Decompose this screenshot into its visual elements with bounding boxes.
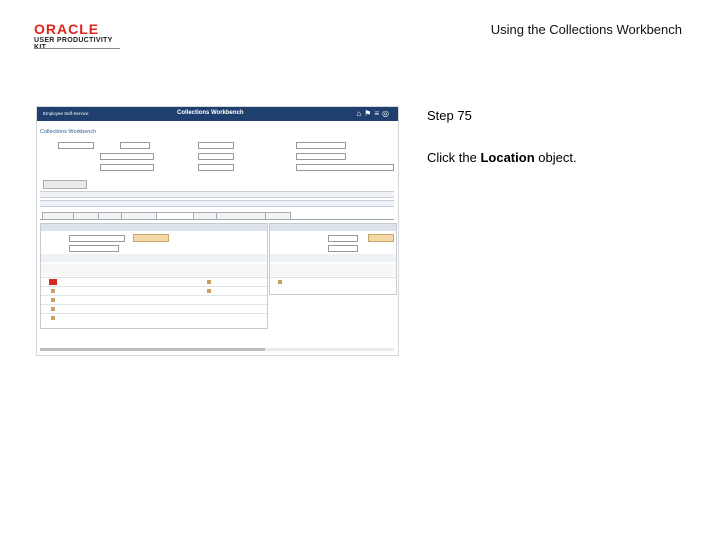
dunning-date-field[interactable] [328, 245, 358, 252]
doc-icon[interactable] [51, 316, 55, 320]
search-button[interactable] [43, 180, 87, 189]
application-screenshot: Employee Self-Service Collections Workbe… [36, 106, 399, 356]
table-row[interactable] [41, 313, 267, 323]
statement-history-panel [40, 223, 268, 329]
grid-toolbar [41, 254, 267, 262]
banner-icons: ⌂⚑≡◎ [356, 109, 392, 118]
criteria-field[interactable] [198, 142, 234, 149]
flag-icon[interactable]: ⚑ [364, 109, 374, 118]
page-title: Collections Workbench [40, 129, 97, 135]
action-list-section[interactable] [40, 191, 394, 198]
criteria-field[interactable] [100, 164, 154, 171]
instruction-object: Location [480, 150, 535, 165]
doc-icon[interactable] [51, 298, 55, 302]
instruction-prefix: Click the [427, 150, 481, 165]
home-icon[interactable]: ⌂ [356, 109, 364, 118]
instruction-suffix: object. [534, 150, 577, 165]
tab[interactable] [156, 212, 194, 219]
statement-number-field[interactable] [69, 235, 125, 242]
apply-button[interactable] [368, 234, 394, 242]
tab[interactable] [216, 212, 266, 219]
grid-header [41, 264, 267, 276]
dunning-history-panel [269, 223, 397, 295]
apply-button[interactable] [133, 234, 169, 242]
window-title: Collections Workbench [177, 110, 244, 116]
criteria-row-1 [40, 139, 394, 150]
criteria-field[interactable] [198, 153, 234, 160]
logo-divider [34, 48, 120, 49]
customer-details-section[interactable] [40, 200, 394, 207]
criteria-field[interactable] [198, 164, 234, 171]
criteria-field[interactable] [296, 142, 346, 149]
doc-icon[interactable] [51, 289, 55, 293]
tab[interactable] [193, 212, 217, 219]
doc-icon[interactable] [207, 289, 211, 293]
criteria-field[interactable] [296, 164, 394, 171]
criteria-field[interactable] [296, 153, 346, 160]
sub-links [37, 121, 398, 128]
statement-icon[interactable] [49, 279, 57, 285]
scrollbar-thumb[interactable] [40, 348, 265, 351]
horizontal-scrollbar[interactable] [40, 348, 394, 351]
tab[interactable] [121, 212, 157, 219]
dunning-number-field[interactable] [328, 235, 358, 242]
compass-icon[interactable]: ◎ [382, 109, 392, 118]
tab-location[interactable] [265, 212, 291, 219]
app-banner: Employee Self-Service Collections Workbe… [37, 107, 398, 121]
tab[interactable] [42, 212, 74, 219]
doc-icon[interactable] [51, 307, 55, 311]
doc-icon[interactable] [278, 280, 282, 284]
oracle-upk-logo: ORACLE USER PRODUCTIVITY KIT [34, 22, 124, 51]
tab[interactable] [98, 212, 122, 219]
criteria-row-2 [40, 150, 394, 161]
doc-icon[interactable] [207, 280, 211, 284]
logo-brand: ORACLE [34, 21, 100, 37]
criteria-field[interactable] [120, 142, 150, 149]
step-instruction: Click the Location object. [427, 150, 577, 165]
panel-header [41, 224, 267, 231]
panel-header [270, 224, 396, 231]
nav-label: Employee Self-Service [43, 111, 89, 116]
document-title: Using the Collections Workbench [490, 22, 682, 37]
search-criteria [40, 139, 394, 183]
workbench-tabs [40, 211, 394, 220]
grid-header [270, 264, 396, 276]
criteria-row-3 [40, 161, 394, 172]
tab[interactable] [73, 212, 99, 219]
statement-date-field[interactable] [69, 245, 119, 252]
criteria-field[interactable] [58, 142, 94, 149]
step-number: Step 75 [427, 108, 472, 123]
menu-icon[interactable]: ≡ [374, 109, 382, 118]
table-row[interactable] [270, 277, 396, 287]
criteria-field[interactable] [100, 153, 154, 160]
grid-toolbar [270, 254, 396, 262]
